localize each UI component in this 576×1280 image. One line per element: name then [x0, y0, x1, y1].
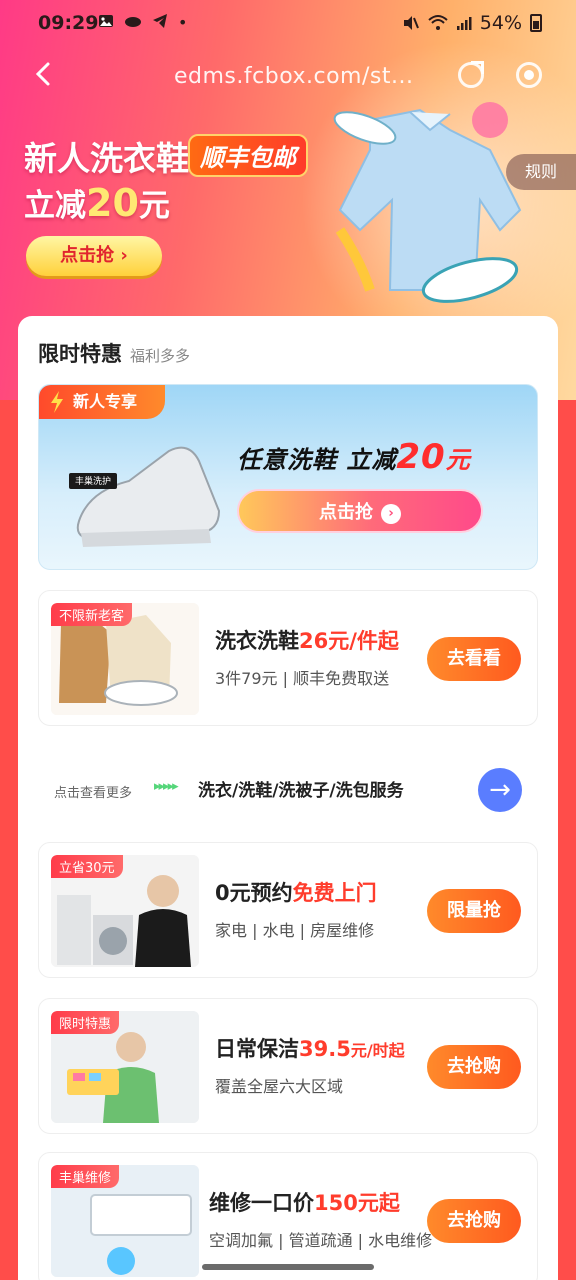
battery-percent: 54% [479, 12, 522, 34]
status-notification-icons: • [98, 13, 187, 32]
telegram-icon [153, 14, 167, 28]
service-item-cleaning[interactable]: 限时特惠 日常保洁39.5元/时起 覆盖全屋六大区域 去抢购 [38, 998, 538, 1134]
sneaker-label: 丰巢洗护 [75, 475, 111, 487]
wifi-icon [428, 15, 448, 30]
service-desc: 覆盖全屋六大区域 [215, 1077, 344, 1096]
service-price: 39.5 [299, 1037, 351, 1061]
service-item-laundry[interactable]: 不限新老客 洗衣洗鞋26元/件起 3件79元 | 顺丰免费取送 去看看 [38, 590, 538, 726]
section-title: 限时特惠 [38, 342, 122, 366]
service-action-button[interactable]: 去抢购 [427, 1199, 521, 1243]
service-badge: 不限新老客 [51, 603, 133, 626]
url-text[interactable]: edms.fcbox.com/st... [174, 64, 413, 89]
service-action-button[interactable]: 限量抢 [427, 889, 521, 933]
more-hint: 点击查看更多 [54, 786, 133, 801]
status-bar: 09:29 • 54% [0, 0, 576, 48]
promo-subtitle-suffix: 元 [138, 188, 170, 224]
laundry-thumbnail: 不限新老客 [51, 603, 199, 715]
service-item-home-repair[interactable]: 立省30元 0元预约免费上门 家电 | 水电 | 房屋维修 限量抢 [38, 842, 538, 978]
service-title: 维修一口价150元起 [209, 1187, 400, 1217]
sneaker-image: 丰巢洗护 [69, 446, 221, 547]
service-desc: 家电 | 水电 | 房屋维修 [215, 921, 375, 940]
back-icon[interactable] [30, 60, 58, 88]
new-user-grab-label: 点击抢 [319, 502, 373, 523]
service-name: 0元预约 [215, 881, 293, 905]
service-item-repair-fixed-price[interactable]: 丰巢维修 维修一口价150元起 空调加氟 | 管道疏通 | 水电维修 去抢购 [38, 1152, 538, 1280]
new-user-headline-text: 任意洗鞋 立减 [237, 446, 397, 474]
new-user-grab-button[interactable]: 点击抢 › [237, 489, 483, 533]
more-services-row[interactable]: 点击查看更多 ▸▸▸▸▸ 洗衣/洗鞋/洗被子/洗包服务 → [38, 762, 538, 818]
service-name: 洗衣洗鞋 [215, 629, 299, 653]
section-header: 限时特惠 福利多多 [38, 338, 190, 368]
home-indicator[interactable] [202, 1264, 374, 1270]
service-action-button[interactable]: 去看看 [427, 637, 521, 681]
shirt-and-shoes-illustration [333, 102, 522, 303]
target-icon[interactable] [516, 62, 542, 88]
repair-thumbnail: 立省30元 [51, 855, 199, 967]
new-user-amount: 20 [396, 437, 446, 477]
signal-icon [456, 17, 472, 30]
gallery-icon [99, 15, 113, 27]
status-right: 54% [402, 12, 542, 34]
promo-title: 新人洗衣鞋 [24, 139, 189, 178]
service-title: 日常保洁39.5元/时起 [215, 1033, 405, 1063]
service-name: 日常保洁 [215, 1037, 299, 1061]
service-badge: 立省30元 [51, 855, 123, 878]
ac-repair-thumbnail: 丰巢维修 [51, 1165, 199, 1277]
service-title: 洗衣洗鞋26元/件起 [215, 625, 399, 655]
status-time: 09:29 [38, 12, 99, 34]
mute-icon [403, 16, 419, 30]
new-user-banner[interactable]: 新人专享 丰巢洗护 任意洗鞋 立减20元 点击抢 › [38, 384, 538, 570]
chevron-right-icon: › [381, 504, 401, 524]
more-arrows-icon: ▸▸▸▸▸ [154, 779, 179, 794]
bolt-icon [51, 391, 63, 413]
service-title: 0元预约免费上门 [215, 877, 377, 907]
service-desc: 3件79元 | 顺丰免费取送 [215, 669, 390, 688]
service-price: 150元起 [314, 1191, 400, 1215]
new-user-tag: 新人专享 [39, 385, 165, 419]
more-services-label: 洗衣/洗鞋/洗被子/洗包服务 [198, 781, 404, 801]
section-subtitle: 福利多多 [130, 347, 191, 365]
new-user-tag-label: 新人专享 [73, 392, 138, 411]
service-unit: 元/时起 [350, 1041, 405, 1060]
status-dot: • [178, 13, 188, 32]
service-price: 免费上门 [292, 881, 377, 905]
share-icon[interactable] [458, 61, 484, 88]
service-price: 26元/件起 [299, 629, 399, 653]
promo-subtitle: 立减20元 [24, 180, 170, 225]
promo-subtitle-prefix: 立减 [24, 188, 86, 224]
cleaning-thumbnail: 限时特惠 [51, 1011, 199, 1123]
offers-card: 限时特惠 福利多多 新人专享 丰巢洗护 任意洗鞋 立减20元 点击抢 › 不限新… [18, 316, 558, 1280]
battery-icon [530, 14, 542, 32]
hero-grab-button[interactable]: 点击抢 › [26, 236, 162, 276]
service-action-button[interactable]: 去抢购 [427, 1045, 521, 1089]
new-user-unit: 元 [445, 446, 471, 474]
promo-amount: 20 [86, 181, 139, 225]
service-badge: 丰巢维修 [51, 1165, 120, 1188]
cloud-icon [125, 17, 141, 27]
new-user-headline: 任意洗鞋 立减20元 [237, 437, 471, 477]
service-name: 维修一口价 [209, 1191, 314, 1215]
arrow-right-icon[interactable]: → [478, 768, 522, 812]
promo-tag: 顺丰包邮 [188, 134, 308, 177]
service-desc: 空调加氟 | 管道疏通 | 水电维修 [209, 1231, 433, 1250]
service-badge: 限时特惠 [51, 1011, 120, 1034]
